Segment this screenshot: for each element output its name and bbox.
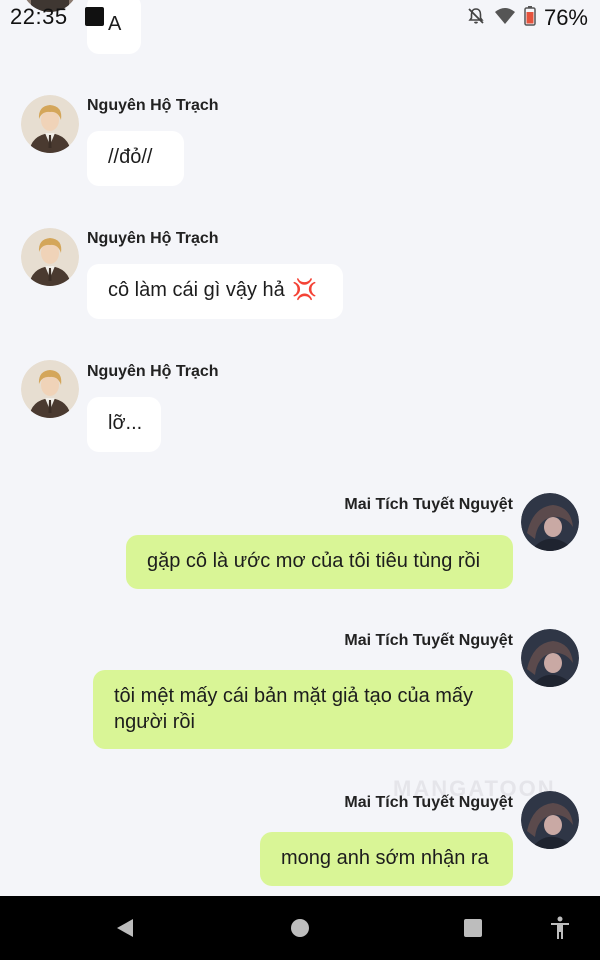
avatar[interactable] xyxy=(521,493,579,551)
avatar[interactable] xyxy=(521,629,579,687)
home-icon xyxy=(291,919,309,937)
mute-bell-icon xyxy=(466,6,486,31)
back-button[interactable] xyxy=(85,896,165,960)
sender-name: Nguyên Hộ Trạch xyxy=(87,97,219,114)
navigation-bar xyxy=(0,896,600,960)
avatar[interactable] xyxy=(21,95,79,153)
battery-icon xyxy=(524,5,536,31)
message-bubble[interactable]: mong anh sớm nhận ra xyxy=(260,832,513,886)
accessibility-icon xyxy=(551,916,569,939)
message-bubble[interactable]: gặp cô là ước mơ của tôi tiêu tùng rồi xyxy=(126,535,513,589)
status-icons: 76% xyxy=(466,5,588,31)
back-icon xyxy=(117,919,133,937)
status-time: 22:35 xyxy=(10,4,68,29)
sender-name: Mai Tích Tuyết Nguyệt xyxy=(344,632,513,649)
battery-percentage: 76% xyxy=(543,5,588,30)
status-bar: 22:35 76% xyxy=(0,0,600,34)
message-bubble[interactable]: tôi mệt mấy cái bản mặt giả tạo của mấy … xyxy=(93,670,513,749)
recents-button[interactable] xyxy=(433,896,513,960)
home-button[interactable] xyxy=(260,896,340,960)
sender-name: Mai Tích Tuyết Nguyệt xyxy=(344,794,513,811)
avatar[interactable] xyxy=(521,791,579,849)
message-bubble[interactable]: cô làm cái gì vậy hả 💢 xyxy=(87,264,343,319)
sender-name: Mai Tích Tuyết Nguyệt xyxy=(344,496,513,513)
avatar[interactable] xyxy=(21,228,79,286)
wifi-icon xyxy=(494,7,516,30)
notification-square-icon xyxy=(85,7,104,26)
sender-name: Nguyên Hộ Trạch xyxy=(87,363,219,380)
accessibility-button[interactable] xyxy=(520,896,600,960)
recents-icon xyxy=(464,919,482,937)
sender-name: Nguyên Hộ Trạch xyxy=(87,230,219,247)
anger-emoji: 💢 xyxy=(292,279,318,301)
message-bubble[interactable]: lỡ... xyxy=(87,397,161,452)
avatar[interactable] xyxy=(21,360,79,418)
message-bubble[interactable]: //đỏ// xyxy=(87,131,184,186)
